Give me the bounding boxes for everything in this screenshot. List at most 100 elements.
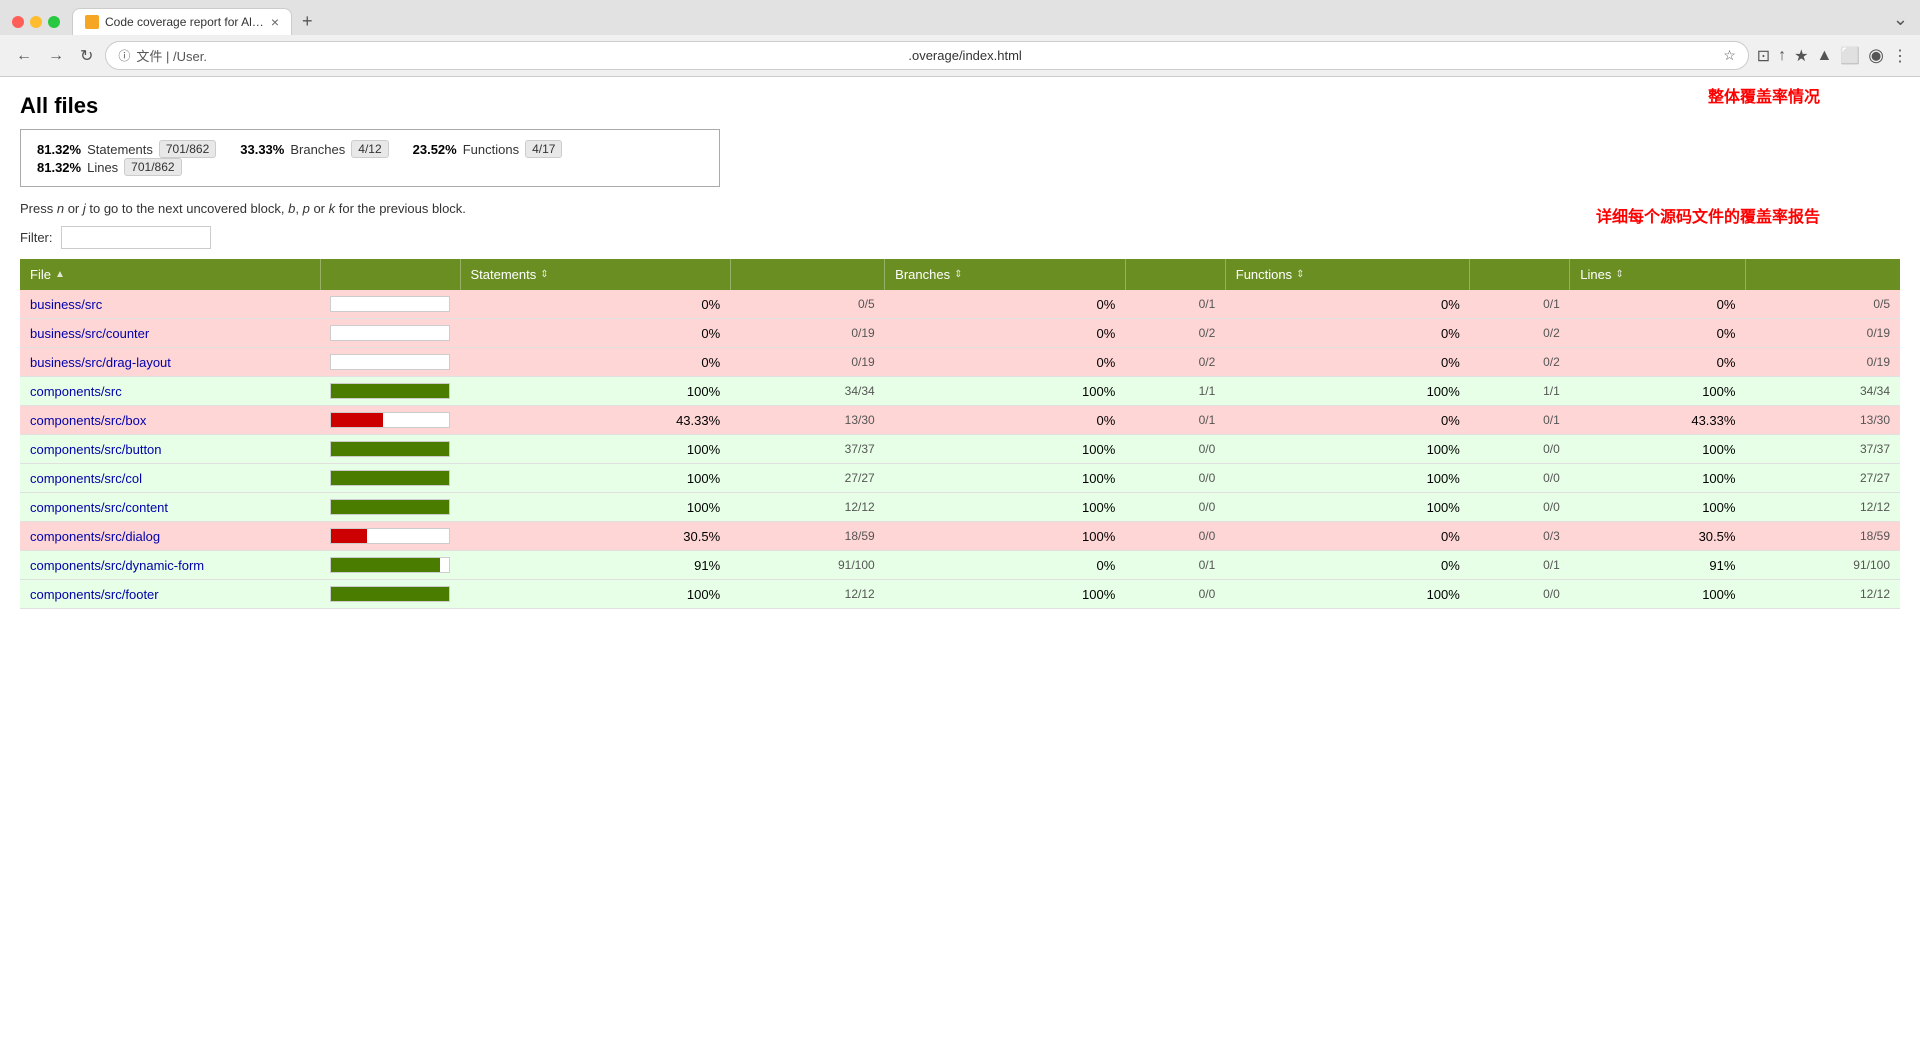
- stmt-pct-cell: 100%: [460, 493, 730, 522]
- file-link[interactable]: components/src/col: [30, 471, 142, 486]
- line-frac-cell: 0/5: [1745, 290, 1900, 319]
- func-pct-cell: 0%: [1225, 348, 1470, 377]
- bookmark-icon[interactable]: ★: [1794, 46, 1808, 66]
- line-pct-cell: 100%: [1570, 377, 1746, 406]
- table-row: business/src 0% 0/5 0% 0/1 0% 0/1 0% 0/5: [20, 290, 1900, 319]
- file-cell[interactable]: components/src/col: [20, 464, 320, 493]
- branch-pct-cell: 0%: [885, 348, 1126, 377]
- file-cell[interactable]: components/src/content: [20, 493, 320, 522]
- file-link[interactable]: components/src/dynamic-form: [30, 558, 204, 573]
- func-pct-cell: 100%: [1225, 435, 1470, 464]
- summary-branch-pct: 33.33%: [240, 142, 284, 157]
- branch-frac-cell: 0/0: [1125, 580, 1225, 609]
- func-frac-cell: 0/2: [1470, 319, 1570, 348]
- line-frac-cell: 27/27: [1745, 464, 1900, 493]
- func-pct-cell: 0%: [1225, 290, 1470, 319]
- branch-pct-cell: 100%: [885, 580, 1126, 609]
- th-stmt-label: Statements: [471, 267, 537, 282]
- file-link[interactable]: business/src: [30, 297, 102, 312]
- forward-button[interactable]: →: [44, 45, 68, 67]
- table-row: components/src/dialog 30.5% 18/59 100% 0…: [20, 522, 1900, 551]
- file-link[interactable]: components/src/button: [30, 442, 162, 457]
- file-cell[interactable]: components/src/box: [20, 406, 320, 435]
- summary-functions: 23.52% Functions 4/17: [413, 140, 563, 158]
- summary-box: 81.32% Statements 701/862 33.33% Branche…: [20, 129, 720, 187]
- th-functions[interactable]: Functions ⇕: [1225, 259, 1470, 290]
- line-frac-cell: 0/19: [1745, 348, 1900, 377]
- file-link[interactable]: components/src/box: [30, 413, 146, 428]
- page-title: All files: [20, 93, 1900, 119]
- window-icon[interactable]: ⬜: [1840, 46, 1860, 66]
- address-star-icon[interactable]: ☆: [1723, 47, 1736, 64]
- file-cell[interactable]: components/src/button: [20, 435, 320, 464]
- tab-close-icon[interactable]: ×: [271, 15, 279, 29]
- line-frac-cell: 13/30: [1745, 406, 1900, 435]
- branch-pct-cell: 100%: [885, 493, 1126, 522]
- line-pct-cell: 0%: [1570, 319, 1746, 348]
- window-minimize-button[interactable]: [30, 16, 42, 28]
- file-link[interactable]: components/src/dialog: [30, 529, 160, 544]
- profile-icon[interactable]: ▲: [1817, 47, 1833, 65]
- file-link[interactable]: business/src/counter: [30, 326, 149, 341]
- th-lines[interactable]: Lines ⇕: [1570, 259, 1746, 290]
- stmt-frac-cell: 12/12: [730, 493, 885, 522]
- browser-minimize-icon[interactable]: ⌄: [1893, 9, 1908, 30]
- upload-icon[interactable]: ↑: [1778, 47, 1786, 65]
- th-file[interactable]: File ▲: [20, 259, 320, 290]
- new-tab-button[interactable]: +: [296, 9, 319, 34]
- summary-branch-fraction: 4/12: [351, 140, 388, 158]
- line-frac-cell: 34/34: [1745, 377, 1900, 406]
- func-pct-cell: 0%: [1225, 522, 1470, 551]
- th-func-frac: [1470, 259, 1570, 290]
- active-tab[interactable]: Code coverage report for All fi... ×: [72, 8, 292, 35]
- line-pct-cell: 100%: [1570, 580, 1746, 609]
- file-link[interactable]: components/src/footer: [30, 587, 159, 602]
- line-frac-cell: 0/19: [1745, 319, 1900, 348]
- func-frac-cell: 0/3: [1470, 522, 1570, 551]
- th-bar: [320, 259, 460, 290]
- stmt-pct-cell: 0%: [460, 348, 730, 377]
- summary-func-pct: 23.52%: [413, 142, 457, 157]
- window-maximize-button[interactable]: [48, 16, 60, 28]
- account-icon[interactable]: ◉: [1868, 45, 1884, 66]
- back-button[interactable]: ←: [12, 45, 36, 67]
- func-frac-cell: 0/0: [1470, 435, 1570, 464]
- th-line-sort: ⇕: [1615, 269, 1623, 280]
- more-options-icon[interactable]: ⋮: [1892, 46, 1908, 66]
- branch-frac-cell: 0/2: [1125, 348, 1225, 377]
- bar-cell: [320, 290, 460, 319]
- file-link[interactable]: business/src/drag-layout: [30, 355, 171, 370]
- stmt-frac-cell: 0/19: [730, 319, 885, 348]
- annotation-detail: 详细每个源码文件的覆盖率报告: [1596, 203, 1820, 227]
- branch-frac-cell: 0/1: [1125, 290, 1225, 319]
- th-branches[interactable]: Branches ⇕: [885, 259, 1126, 290]
- file-cell[interactable]: components/src/dynamic-form: [20, 551, 320, 580]
- branch-pct-cell: 100%: [885, 377, 1126, 406]
- file-link[interactable]: components/src/content: [30, 500, 168, 515]
- file-cell[interactable]: components/src: [20, 377, 320, 406]
- stmt-pct-cell: 100%: [460, 435, 730, 464]
- summary-branches: 33.33% Branches 4/12: [240, 140, 388, 158]
- refresh-button[interactable]: ↻: [76, 44, 97, 68]
- annotation-overall: 整体覆盖率情况: [1708, 83, 1820, 107]
- table-row: components/src/content 100% 12/12 100% 0…: [20, 493, 1900, 522]
- line-frac-cell: 91/100: [1745, 551, 1900, 580]
- th-statements[interactable]: Statements ⇕: [460, 259, 730, 290]
- branch-frac-cell: 0/0: [1125, 493, 1225, 522]
- file-cell[interactable]: business/src/drag-layout: [20, 348, 320, 377]
- file-cell[interactable]: components/src/dialog: [20, 522, 320, 551]
- window-close-button[interactable]: [12, 16, 24, 28]
- branch-frac-cell: 0/0: [1125, 464, 1225, 493]
- file-cell[interactable]: business/src/counter: [20, 319, 320, 348]
- filter-input[interactable]: [61, 226, 211, 249]
- summary-func-fraction: 4/17: [525, 140, 562, 158]
- func-frac-cell: 0/0: [1470, 493, 1570, 522]
- table-header-row: File ▲ Statements ⇕ Branch: [20, 259, 1900, 290]
- file-cell[interactable]: components/src/footer: [20, 580, 320, 609]
- summary-statements: 81.32% Statements 701/862: [37, 140, 216, 158]
- func-pct-cell: 0%: [1225, 319, 1470, 348]
- func-pct-cell: 0%: [1225, 406, 1470, 435]
- stmt-frac-cell: 91/100: [730, 551, 885, 580]
- file-cell[interactable]: business/src: [20, 290, 320, 319]
- file-link[interactable]: components/src: [30, 384, 122, 399]
